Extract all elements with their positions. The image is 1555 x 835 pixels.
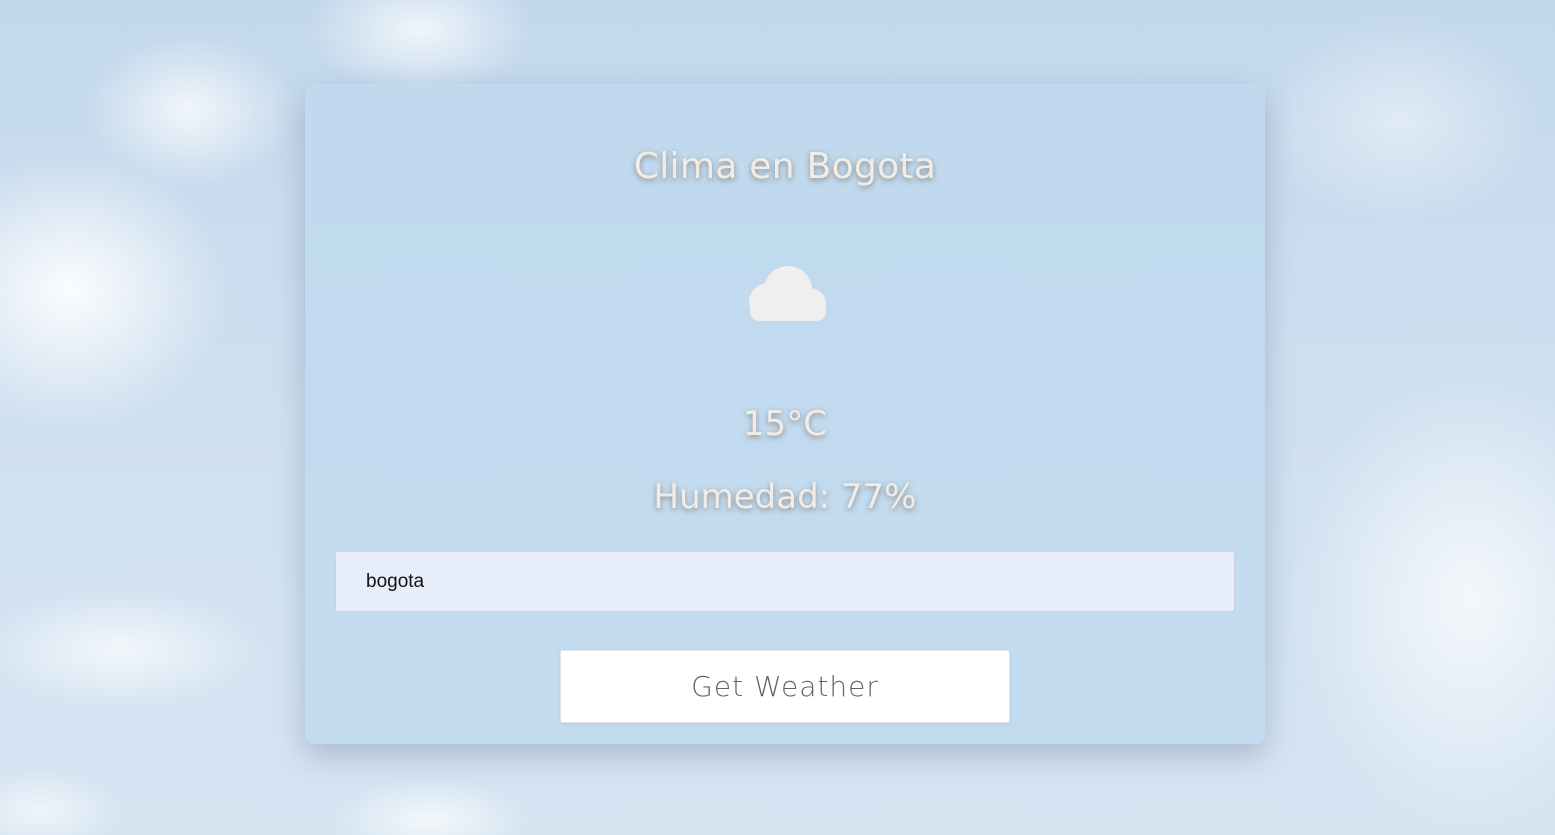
cloud-icon <box>749 266 826 321</box>
page-title: Clima en Bogota <box>633 146 937 187</box>
humidity-value: Humedad: 77% <box>653 477 917 517</box>
temperature-value: 15°C <box>742 404 827 444</box>
weather-card: Clima en Bogota 15°C Humedad: 77% Get We… <box>305 84 1265 744</box>
get-weather-button[interactable]: Get Weather <box>560 650 1010 723</box>
city-search-input[interactable] <box>335 551 1235 612</box>
